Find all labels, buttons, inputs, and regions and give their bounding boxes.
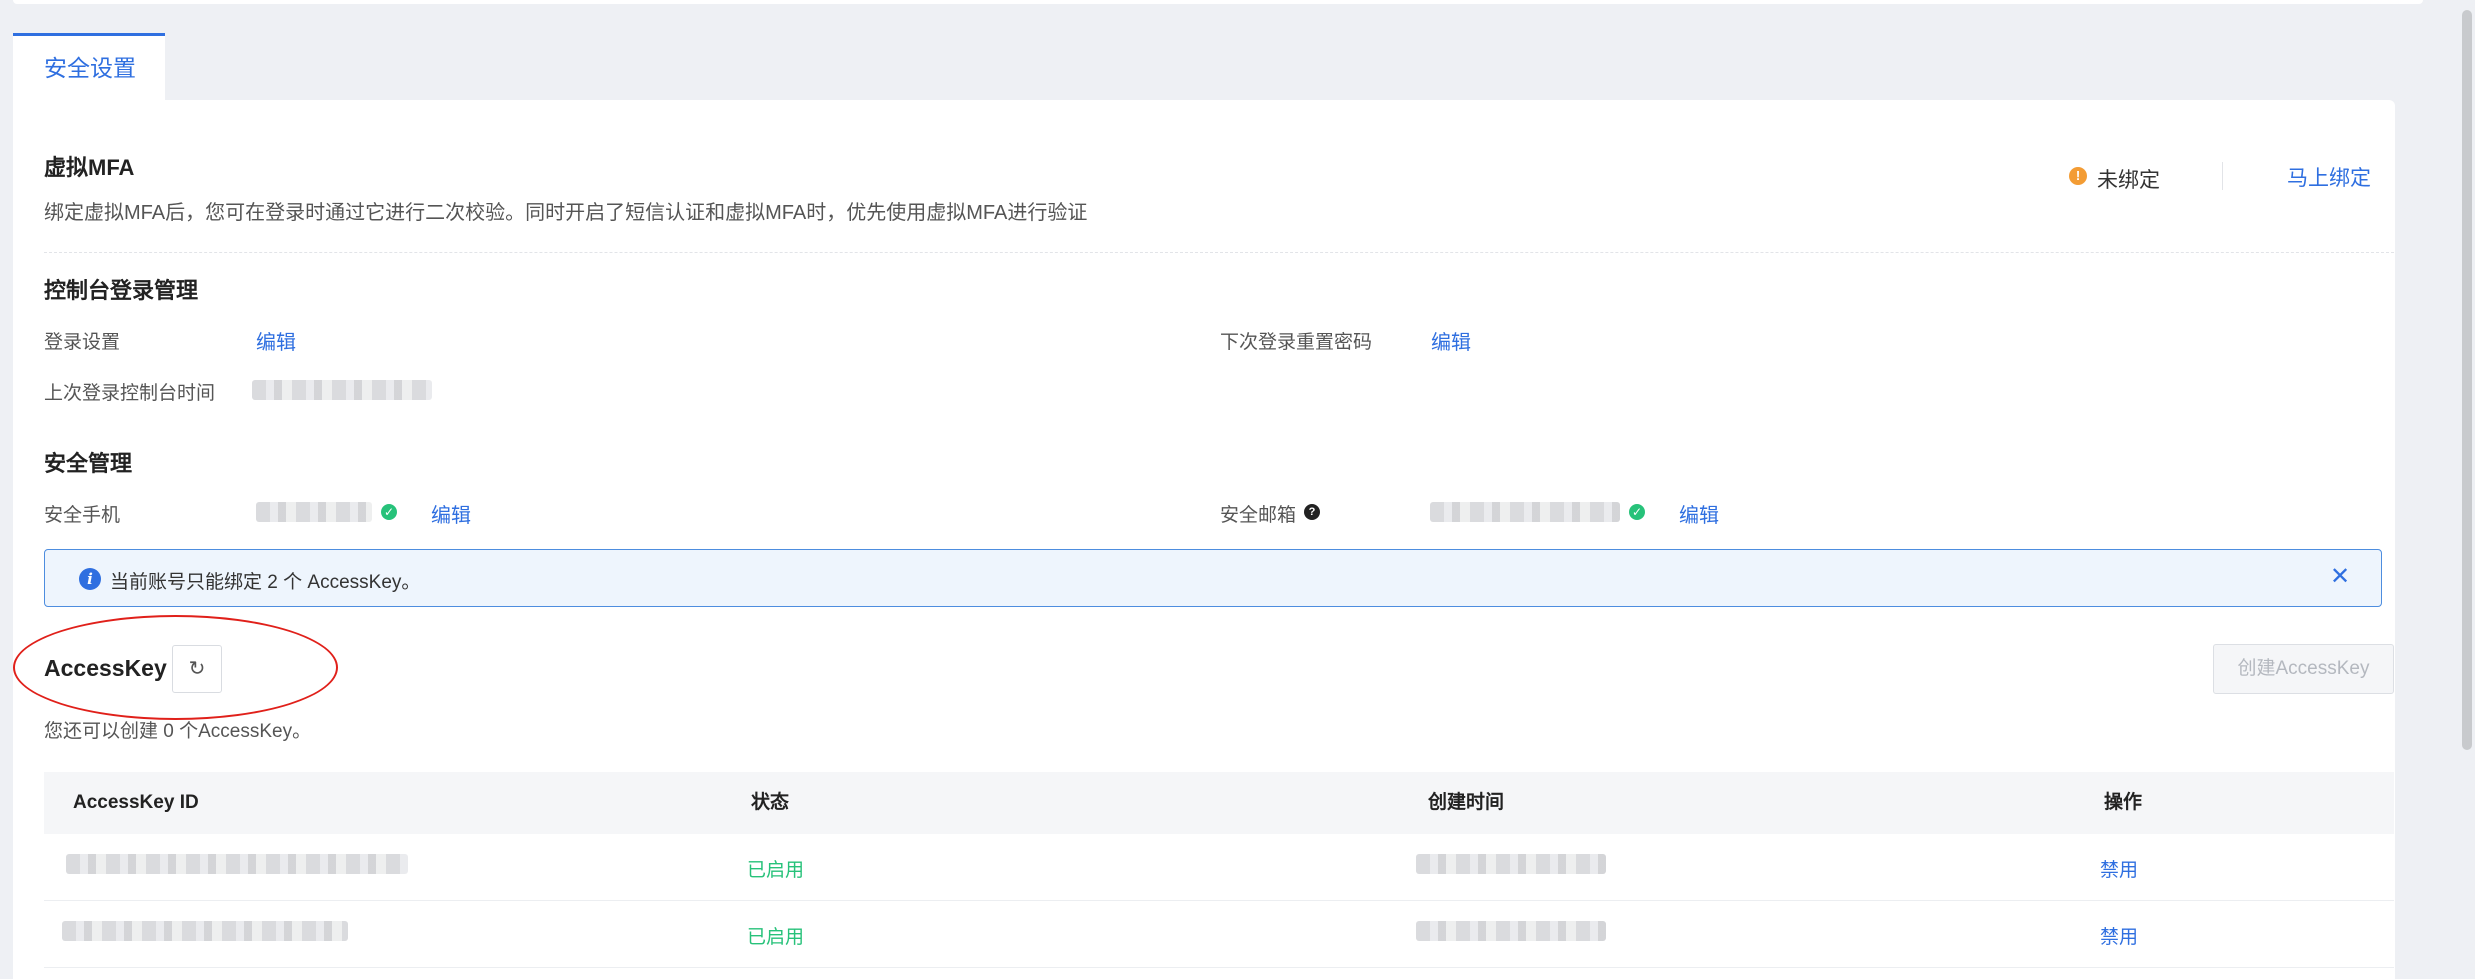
security-title: 安全管理	[44, 451, 133, 476]
status-enabled: 已启用	[747, 860, 805, 881]
section-divider	[44, 252, 2394, 253]
accesskey-id-redacted	[66, 854, 408, 874]
created-time-redacted	[1416, 854, 1606, 874]
security-phone-redacted	[256, 502, 372, 522]
security-email-redacted	[1430, 502, 1620, 522]
reset-password-edit-link[interactable]: 编辑	[1431, 326, 1471, 355]
accesskey-remaining-text: 您还可以创建 0 个AccessKey。	[44, 721, 312, 742]
accesskey-id-redacted	[62, 921, 348, 941]
created-time-redacted	[1416, 921, 1606, 941]
top-card	[13, 0, 2423, 4]
login-settings-label: 登录设置	[44, 332, 121, 353]
column-header-id: AccessKey ID	[73, 792, 199, 813]
accesskey-table-header: AccessKey ID 状态 创建时间 操作	[44, 772, 2394, 834]
console-login-title: 控制台登录管理	[44, 278, 199, 303]
refresh-button[interactable]: ↻	[172, 645, 222, 693]
mfa-description: 绑定虚拟MFA后，您可在登录时通过它进行二次校验。同时开启了短信认证和虚拟MFA…	[44, 202, 1088, 224]
table-row: 已启用 禁用	[44, 834, 2394, 901]
column-header-created: 创建时间	[1428, 792, 1505, 813]
accesskey-title: AccessKey	[44, 655, 167, 681]
notice-text: 当前账号只能绑定 2 个 AccessKey。	[110, 572, 421, 593]
tab-security-settings[interactable]: 安全设置	[13, 33, 165, 100]
warning-icon: !	[2069, 167, 2087, 185]
accesskey-limit-notice: i 当前账号只能绑定 2 个 AccessKey。 ✕	[44, 549, 2382, 607]
last-login-time-redacted	[252, 380, 432, 400]
page-scrollbar[interactable]	[2459, 0, 2475, 979]
mfa-status: 未绑定	[2097, 169, 2160, 192]
mfa-title: 虚拟MFA	[44, 155, 135, 180]
refresh-icon: ↻	[188, 658, 206, 680]
column-header-status: 状态	[751, 792, 790, 813]
bind-mfa-link[interactable]: 马上绑定	[2287, 162, 2371, 192]
help-icon[interactable]: ?	[1304, 504, 1320, 520]
disable-link[interactable]: 禁用	[2100, 922, 2138, 949]
security-phone-edit-link[interactable]: 编辑	[431, 499, 471, 528]
security-email-edit-link[interactable]: 编辑	[1679, 499, 1719, 528]
status-enabled: 已启用	[747, 927, 805, 948]
email-verified-icon: ✓	[1629, 504, 1645, 520]
info-icon: i	[79, 568, 101, 590]
column-header-action: 操作	[2104, 792, 2143, 813]
security-phone-label: 安全手机	[44, 505, 121, 526]
table-row: 已启用 禁用	[44, 901, 2394, 968]
login-settings-edit-link[interactable]: 编辑	[256, 326, 296, 355]
scroll-thumb[interactable]	[2462, 10, 2472, 750]
reset-password-label: 下次登录重置密码	[1220, 332, 1373, 353]
last-login-label: 上次登录控制台时间	[44, 383, 216, 404]
disable-link[interactable]: 禁用	[2100, 855, 2138, 882]
create-accesskey-button[interactable]: 创建AccessKey	[2213, 644, 2394, 694]
divider	[2222, 162, 2223, 190]
phone-verified-icon: ✓	[381, 504, 397, 520]
security-email-label: 安全邮箱	[1220, 505, 1297, 526]
close-icon[interactable]: ✕	[2330, 562, 2350, 591]
